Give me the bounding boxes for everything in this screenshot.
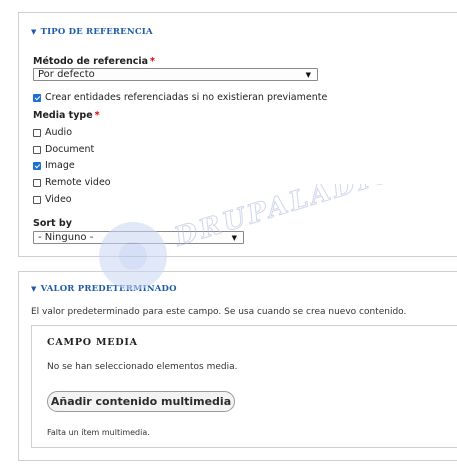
- reference-type-legend: TIPO DE REFERENCIA: [40, 27, 153, 37]
- reference-type-fieldset: ▼ TIPO DE REFERENCIA Método de referencia…: [18, 12, 457, 257]
- checkbox-unchecked-icon[interactable]: [33, 128, 41, 137]
- media-type-remote-video-label: Remote video: [45, 177, 111, 188]
- required-marker: *: [94, 110, 100, 121]
- media-field-widget: CAMPO MEDIA No se han seleccionado eleme…: [31, 325, 457, 448]
- sort-by-value: - Ninguno -: [38, 232, 94, 243]
- reference-method-select[interactable]: Por defecto ▼: [33, 68, 318, 81]
- required-marker: *: [150, 56, 156, 67]
- add-media-button[interactable]: Añadir contenido multimedia: [47, 391, 235, 412]
- default-value-fieldset: ▼ VALOR PREDETERMINADO El valor predeterm…: [18, 271, 457, 461]
- checkbox-unchecked-icon[interactable]: [33, 145, 41, 154]
- checkbox-checked-icon[interactable]: [33, 93, 41, 102]
- media-type-video-checkbox[interactable]: Video: [33, 194, 72, 205]
- checkbox-unchecked-icon[interactable]: [33, 178, 41, 187]
- default-value-legend: VALOR PREDETERMINADO: [40, 284, 177, 294]
- reference-type-toggle[interactable]: ▼ TIPO DE REFERENCIA: [31, 27, 153, 37]
- media-empty-message: No se han seleccionado elementos media.: [47, 362, 238, 372]
- checkbox-checked-icon[interactable]: [33, 161, 41, 170]
- sort-by-select[interactable]: - Ninguno - ▼: [33, 231, 244, 244]
- default-value-description: El valor predeterminado para este campo.…: [31, 307, 407, 317]
- create-entities-label: Crear entidades referenciadas si no exis…: [45, 92, 328, 103]
- default-value-toggle[interactable]: ▼ VALOR PREDETERMINADO: [31, 284, 177, 294]
- checkbox-unchecked-icon[interactable]: [33, 195, 41, 204]
- media-type-video-label: Video: [45, 194, 72, 205]
- media-type-label-text: Media type: [33, 110, 93, 121]
- media-type-audio-checkbox[interactable]: Audio: [33, 127, 72, 138]
- triangle-down-icon: ▼: [31, 284, 37, 293]
- create-entities-checkbox[interactable]: Crear entidades referenciadas si no exis…: [33, 92, 327, 103]
- media-type-document-checkbox[interactable]: Document: [33, 144, 94, 155]
- media-missing-message: Falta un ítem multimedia.: [47, 428, 150, 437]
- triangle-down-icon: ▼: [31, 27, 37, 36]
- media-field-title: CAMPO MEDIA: [47, 337, 138, 348]
- media-type-image-checkbox[interactable]: Image: [33, 160, 75, 171]
- reference-method-label: Método de referencia *: [33, 56, 155, 67]
- media-type-audio-label: Audio: [45, 127, 73, 138]
- media-type-label: Media type *: [33, 110, 100, 121]
- media-type-image-label: Image: [45, 160, 75, 171]
- media-type-remote-video-checkbox[interactable]: Remote video: [33, 177, 111, 188]
- media-type-document-label: Document: [45, 144, 95, 155]
- reference-method-value: Por defecto: [38, 69, 95, 80]
- sort-by-label: Sort by: [33, 218, 72, 229]
- dropdown-arrow-icon: ▼: [231, 234, 237, 242]
- reference-method-label-text: Método de referencia: [33, 56, 149, 67]
- dropdown-arrow-icon: ▼: [305, 71, 311, 79]
